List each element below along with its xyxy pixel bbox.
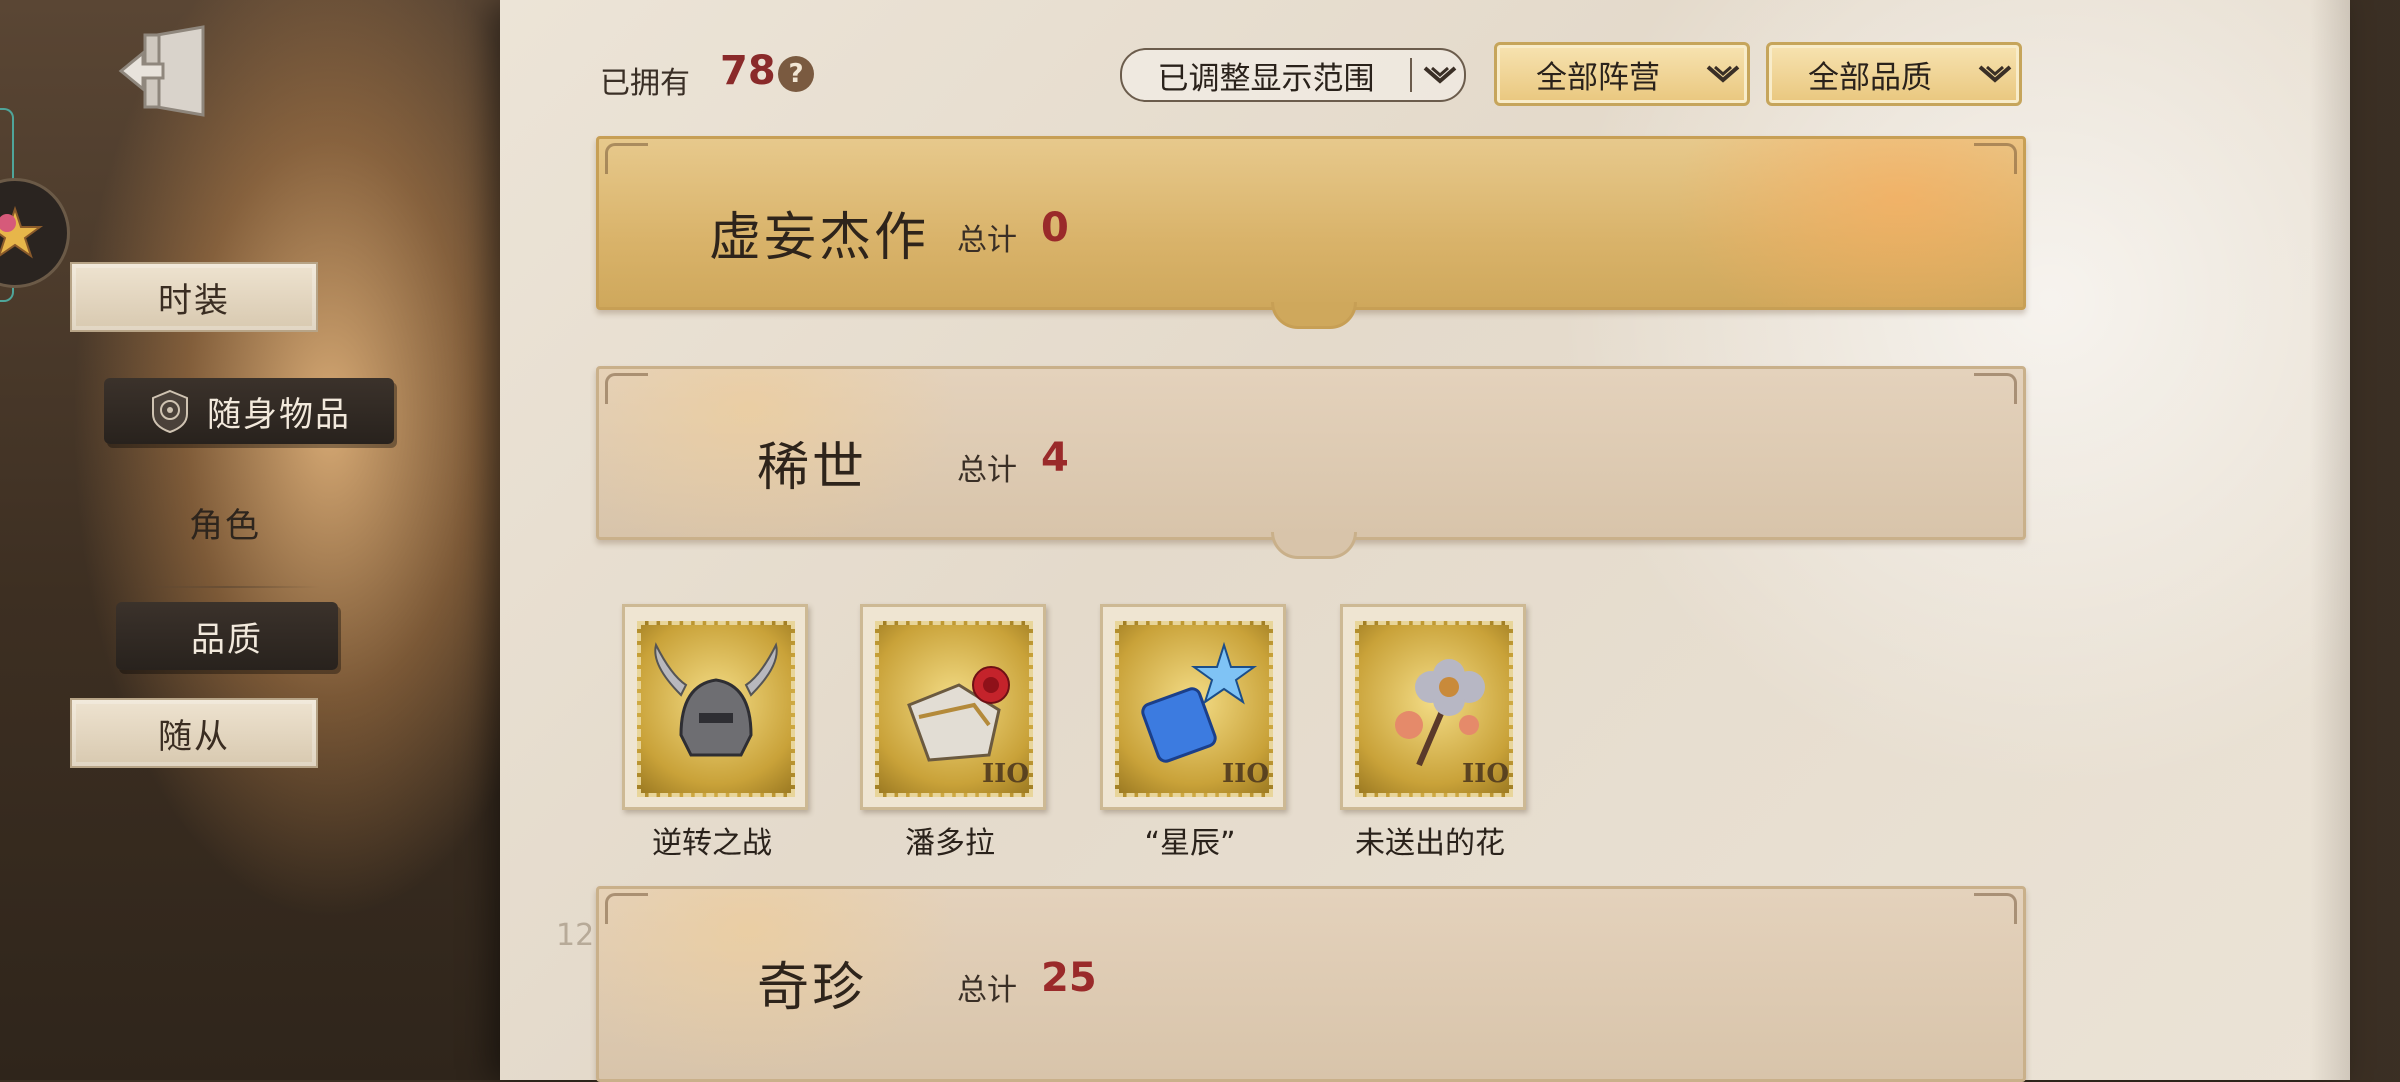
banner-corner-ornament [1974,373,2017,404]
item-name: “星辰” [1144,826,1236,861]
category-total-value: 25 [1041,955,1097,1001]
chevron-down-icon [1971,54,2019,94]
faction-filter-dropdown[interactable]: 全部阵营 [1494,42,1750,106]
display-range-dropdown[interactable]: 已调整显示范围 [1120,48,1466,102]
category-title: 稀世 [757,438,868,498]
display-range-value: 已调整显示范围 [1157,60,1375,97]
owned-count: 78 [720,48,776,94]
category-total-value: 0 [1041,205,1069,251]
sidebar-item-character[interactable]: 角色 [150,492,300,552]
banner-corner-ornament [605,143,648,174]
stamp-value: IIO [1222,759,1269,789]
right-shadow [2310,0,2400,1080]
sidebar-item-accessories[interactable]: 随身物品 [104,378,394,444]
category-total-label: 总计 [957,223,1017,258]
page-mark: 12 [556,918,595,953]
sidebar-item-quality[interactable]: 品质 [116,602,338,670]
category-total-label: 总计 [957,453,1017,488]
item-stamp: IIO [1100,604,1286,810]
chevron-down-icon [1416,55,1464,95]
sidebar-item-follower[interactable]: 随从 [70,698,318,768]
help-icon[interactable]: ? [778,56,814,92]
dropdown-separator [1410,58,1412,92]
category-title: 虚妄杰作 [709,208,930,268]
faction-filter-value: 全部阵营 [1536,59,1660,96]
item-stamp [622,604,808,810]
item-card[interactable]: IIO 潘多拉 [850,604,1050,864]
quality-filter-value: 全部品质 [1808,59,1932,96]
sidebar-item-label: 品质 [191,619,263,660]
sidebar-item-label: 角色 [189,505,261,546]
sidebar-item-label: 随身物品 [207,394,351,435]
quality-filter-dropdown[interactable]: 全部品质 [1766,42,2022,106]
item-stamp: IIO [1340,604,1526,810]
category-banner-masterpiece[interactable]: 虚妄杰作 总计 0 [596,136,2026,329]
item-artwork [637,621,795,797]
item-card[interactable]: IIO 未送出的花 [1330,604,1530,864]
category-banner-treasure[interactable]: 奇珍 总计 25 [596,886,2026,1082]
help-glyph: ? [788,59,804,89]
back-button[interactable] [112,16,222,126]
sidebar-item-label: 随从 [158,716,230,757]
star-icon [0,205,44,259]
item-name: 潘多拉 [905,826,995,861]
category-total-value: 4 [1041,435,1069,481]
exit-icon [118,25,205,117]
sidebar-item-costume[interactable]: 时装 [70,262,318,332]
item-name: 未送出的花 [1355,826,1505,861]
winged-helmet-icon [654,642,778,757]
banner-corner-ornament [605,893,648,924]
item-card[interactable]: 逆转之战 [612,604,812,864]
banner-notch [1271,302,1357,329]
item-stamp: IIO [860,604,1046,810]
stamp-value: IIO [1462,759,1509,789]
stamp-value: IIO [982,759,1029,789]
sidebar-item-label: 时装 [158,280,230,321]
category-banner-rare[interactable]: 稀世 总计 4 [596,366,2026,559]
banner-corner-ornament [1974,143,2017,174]
banner-corner-ornament [1974,893,2017,924]
owned-label: 已拥有 [600,66,690,101]
item-card[interactable]: IIO “星辰” [1090,604,1290,864]
sidebar-divider [130,586,320,588]
banner-corner-ornament [605,373,648,404]
chevron-down-icon [1699,54,1747,94]
category-title: 奇珍 [757,958,868,1018]
category-total-label: 总计 [957,973,1017,1008]
item-name: 逆转之战 [652,826,772,861]
emblem-icon [152,389,188,434]
banner-notch [1271,532,1357,559]
